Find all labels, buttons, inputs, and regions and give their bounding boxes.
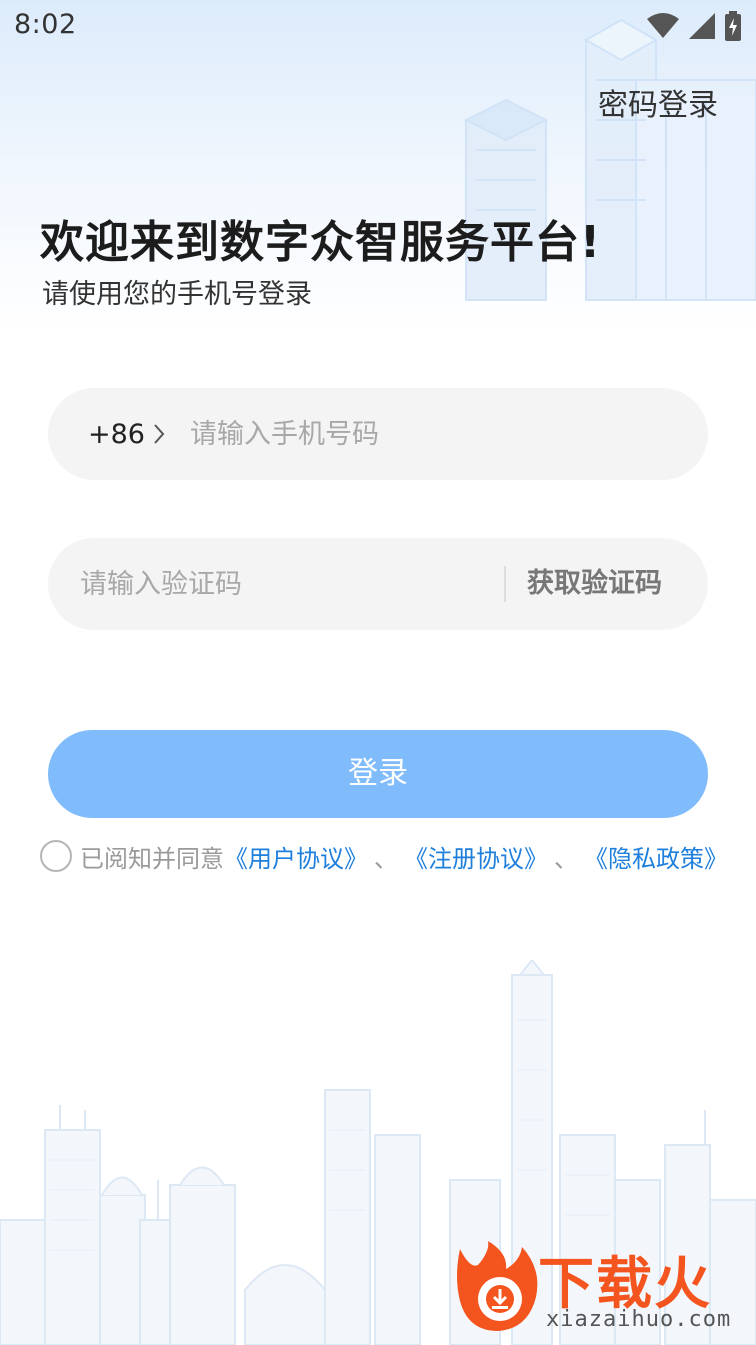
verification-code-input[interactable] [80,538,490,630]
flame-logo-icon [457,1241,538,1331]
watermark: 下载火 xiazaihuo.com [450,1239,750,1339]
password-login-link[interactable]: 密码登录 [598,80,718,124]
agreement-prefix: 已阅知并同意 [80,844,224,873]
agreement-checkbox[interactable] [40,840,72,872]
signal-icon [689,13,715,39]
chevron-right-icon [154,424,165,444]
page-title: 欢迎来到数字众智服务平台! [40,217,602,268]
page-subtitle: 请使用您的手机号登录 [42,279,312,310]
battery-charging-icon [725,11,741,41]
wifi-icon [647,13,679,38]
phone-field: +86 [48,388,708,480]
agreement-separator: 、 [374,844,398,873]
country-code-label: +86 [88,418,145,450]
privacy-policy-link[interactable]: 《隐私政策》 [584,839,728,874]
get-code-button[interactable]: 获取验证码 [527,538,662,630]
watermark-url: xiazaihuo.com [546,1307,732,1332]
status-icons [646,10,742,42]
field-divider [504,566,506,602]
user-agreement-link[interactable]: 《用户协议》 [224,839,368,874]
register-agreement-link[interactable]: 《注册协议》 [404,839,548,874]
verification-code-field: 获取验证码 [48,538,708,630]
login-button[interactable]: 登录 [48,730,708,818]
agreement-row: 已阅知并同意 《用户协议》 、 《注册协议》 、 《隐私政策》 [40,836,728,876]
status-bar: 8:02 [0,0,756,52]
country-code-selector[interactable]: +86 [88,388,167,480]
agreement-separator: 、 [554,844,578,873]
phone-input[interactable] [190,388,670,480]
status-time: 8:02 [14,9,77,40]
